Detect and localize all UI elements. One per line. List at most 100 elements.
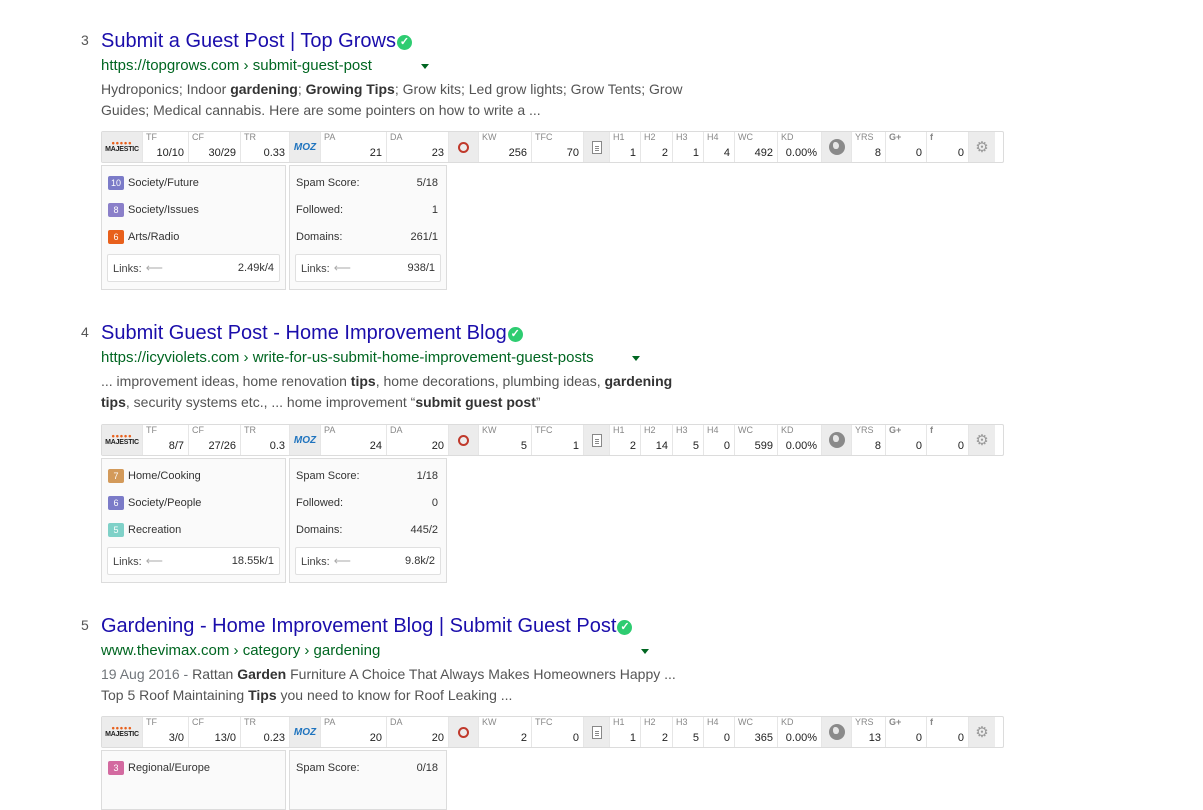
- metric-fb-value: 0: [957, 440, 964, 452]
- metric-kw-value: 5: [520, 440, 527, 452]
- moz-followed-row: Followed: 1: [296, 201, 438, 219]
- topic-label: Arts/Radio: [128, 231, 180, 243]
- moz-domains-row: Domains: 261/1: [296, 228, 438, 246]
- search-result: 5 Gardening - Home Improvement Blog | Sub…: [0, 615, 1203, 810]
- metric-wc: WC 492: [735, 132, 778, 162]
- metric-tfc-value: 0: [572, 732, 579, 744]
- result-rank: 3: [81, 32, 89, 48]
- metric-da: DA 23: [387, 132, 449, 162]
- metric-h4: H4 0: [704, 425, 735, 455]
- metric-h1: H1 1: [610, 717, 641, 747]
- metric-h3: H3 1: [673, 132, 704, 162]
- majestic-logo: ••••• MAJESTIC: [102, 132, 143, 162]
- result-url[interactable]: https://icyviolets.com › write-for-us-su…: [101, 349, 594, 366]
- seo-metrics-bar: ••••• MAJESTIC TF 8/7 CF 27/26 TR 0.3 MOZ PA 24 DA 2…: [101, 424, 1004, 456]
- seo-metrics-bar: ••••• MAJESTIC TF 10/10 CF 30/29 TR 0.33 MOZ PA 21…: [101, 131, 1004, 163]
- moz-spam-score-row: Spam Score: 1/18: [296, 467, 438, 485]
- metric-yrs-label: YRS: [855, 425, 874, 435]
- metric-fb: f0: [927, 132, 969, 162]
- metric-wc: WC 599: [735, 425, 778, 455]
- settings-gear-icon[interactable]: ⚙: [969, 717, 995, 747]
- globe-icon: [822, 717, 852, 747]
- metric-tfc-label: TFC: [535, 425, 553, 435]
- metric-h4-value: 0: [723, 440, 730, 452]
- metric-yrs: YRS 8: [852, 425, 886, 455]
- majestic-links-box: Links: ⟵ 18.55k/1: [107, 547, 280, 575]
- topic-item: 8 Society/Issues: [108, 201, 279, 219]
- metric-da-value: 20: [431, 732, 444, 744]
- metric-gplus-label: G+: [889, 717, 902, 727]
- majestic-topics-panel: 3 Regional/Europe: [101, 750, 286, 810]
- majestic-logo: ••••• MAJESTIC: [102, 425, 143, 455]
- moz-domains-row: Domains: 445/2: [296, 521, 438, 539]
- globe-icon: [822, 132, 852, 162]
- metric-gplus: G+ 0: [886, 132, 927, 162]
- metric-h3-value: 5: [692, 732, 699, 744]
- metric-cf-label: CF: [192, 717, 204, 727]
- metric-da-label: DA: [390, 717, 403, 727]
- metric-h4: H4 4: [704, 132, 735, 162]
- url-dropdown-arrow-icon[interactable]: [421, 64, 429, 69]
- metric-pa-value: 21: [369, 147, 382, 159]
- moz-domains-value: 445/2: [410, 524, 438, 536]
- moz-logo: MOZ: [290, 132, 321, 162]
- metric-cf-value: 13/0: [214, 732, 236, 744]
- metric-pa-label: PA: [324, 717, 336, 727]
- moz-logo: MOZ: [290, 425, 321, 455]
- metric-kw-value: 2: [520, 732, 527, 744]
- metric-cf: CF 30/29: [189, 132, 241, 162]
- metric-h3: H3 5: [673, 425, 704, 455]
- globe-icon: [822, 425, 852, 455]
- moz-domains-label: Domains:: [296, 231, 343, 243]
- metric-wc-label: WC: [738, 717, 753, 727]
- metric-h3-label: H3: [676, 132, 688, 142]
- result-url[interactable]: www.thevimax.com › category › gardening: [101, 642, 380, 659]
- result-title-link[interactable]: Submit Guest Post - Home Improvement Blo…: [101, 322, 523, 345]
- metric-da: DA 20: [387, 717, 449, 747]
- metric-cf-label: CF: [192, 132, 204, 142]
- topic-count-badge: 10: [108, 176, 124, 190]
- metric-gplus-label: G+: [889, 132, 902, 142]
- metric-wc: WC 365: [735, 717, 778, 747]
- moz-spam-score-row: Spam Score: 5/18: [296, 174, 438, 192]
- metric-tf-label: TF: [146, 425, 157, 435]
- majestic-logo: ••••• MAJESTIC: [102, 717, 143, 747]
- url-dropdown-arrow-icon[interactable]: [641, 649, 649, 654]
- metric-tf: TF 10/10: [143, 132, 189, 162]
- metric-yrs-value: 13: [868, 732, 881, 744]
- metric-cf: CF 13/0: [189, 717, 241, 747]
- result-url[interactable]: https://topgrows.com › submit-guest-post: [101, 57, 372, 74]
- metric-tf-value: 10/10: [156, 147, 184, 159]
- metric-kd-label: KD: [781, 425, 794, 435]
- moz-spam-score-value: 0/18: [416, 762, 438, 774]
- metric-h2-label: H2: [644, 132, 656, 142]
- moz-followed-label: Followed:: [296, 204, 344, 216]
- metric-gplus: G+ 0: [886, 717, 927, 747]
- metric-yrs-label: YRS: [855, 717, 874, 727]
- metric-tr: TR 0.33: [241, 132, 290, 162]
- moz-followed-value: 1: [431, 204, 438, 216]
- metric-wc-value: 599: [754, 440, 773, 452]
- metric-kd: KD 0.00%: [778, 717, 822, 747]
- metric-h4-value: 0: [723, 732, 730, 744]
- metric-gplus-value: 0: [915, 732, 922, 744]
- url-dropdown-arrow-icon[interactable]: [632, 356, 640, 361]
- topic-label: Regional/Europe: [128, 762, 210, 774]
- search-result: 4 Submit Guest Post - Home Improvement Bl…: [0, 322, 1203, 583]
- result-title-link[interactable]: Gardening - Home Improvement Blog | Subm…: [101, 615, 633, 638]
- metric-h2-label: H2: [644, 425, 656, 435]
- settings-gear-icon[interactable]: ⚙: [969, 132, 995, 162]
- result-title-link[interactable]: Submit a Guest Post | Top Grows ✓: [101, 30, 412, 53]
- metric-h1-value: 1: [629, 732, 636, 744]
- topic-label: Society/Future: [128, 177, 199, 189]
- moz-followed-label: Followed:: [296, 497, 344, 509]
- metric-yrs: YRS 13: [852, 717, 886, 747]
- topic-item: 7 Home/Cooking: [108, 467, 279, 485]
- metric-h3-value: 5: [692, 440, 699, 452]
- metric-pa-value: 20: [369, 732, 382, 744]
- metric-wc-label: WC: [738, 425, 753, 435]
- settings-gear-icon[interactable]: ⚙: [969, 425, 995, 455]
- metric-wc-value: 492: [754, 147, 773, 159]
- metric-da: DA 20: [387, 425, 449, 455]
- metric-pa: PA 21: [321, 132, 387, 162]
